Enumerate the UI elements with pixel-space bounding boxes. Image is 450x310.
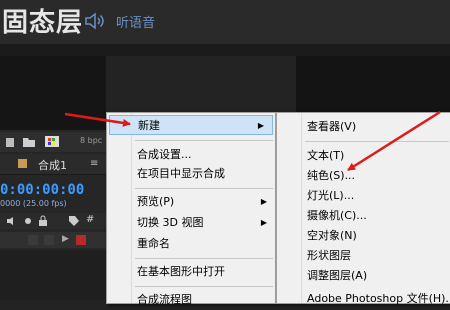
menu-item-label: 空对象(N) — [307, 229, 357, 242]
submenu-item-shape-layer[interactable]: 形状图层 — [277, 246, 450, 266]
tab-menu-icon[interactable]: ≡ — [90, 158, 98, 169]
menu-item-new[interactable]: 新建 ▶ — [109, 115, 273, 135]
project-panel — [0, 56, 106, 130]
menu-item-comp-settings[interactable]: 合成设置... — [107, 145, 275, 165]
menu-item-flowchart[interactable]: 合成流程图 — [107, 290, 275, 310]
composition-viewer — [296, 56, 450, 116]
tag-icon[interactable] — [68, 215, 80, 227]
submenu-item-solid[interactable]: 纯色(S)... — [277, 166, 450, 186]
menu-item-label: 查看器(V) — [307, 120, 357, 133]
submenu-arrow-icon: ▶ — [260, 218, 267, 227]
menu-item-reveal-in-project[interactable]: 在项目中显示合成 — [107, 164, 275, 184]
submenu-item-camera[interactable]: 摄像机(C)... — [277, 206, 450, 226]
menu-item-label: 文本(T) — [307, 149, 345, 162]
new-submenu: 查看器(V) 文本(T) 纯色(S)... 灯光(L)... 摄像机(C)...… — [276, 112, 450, 305]
submenu-item-adjustment-layer[interactable]: 调整图层(A) — [277, 266, 450, 286]
comp-color-icon — [18, 159, 27, 168]
submenu-item-photoshop-file[interactable]: Adobe Photoshop 文件(H)... — [277, 289, 450, 309]
submenu-item-viewer[interactable]: 查看器(V) — [277, 117, 450, 137]
trash-icon[interactable] — [4, 136, 16, 147]
menu-separator — [135, 140, 273, 141]
menu-item-rename[interactable]: 重命名 — [107, 234, 275, 254]
timecode-display[interactable]: 0:00:00:00 — [0, 182, 84, 198]
submenu-item-null-object[interactable]: 空对象(N) — [277, 226, 450, 246]
listen-link[interactable]: 听语音 — [116, 12, 155, 31]
lock-icon[interactable] — [38, 215, 48, 227]
submenu-arrow-icon: ▶ — [257, 121, 264, 130]
menu-item-label: 重命名 — [137, 237, 170, 250]
menu-separator — [135, 188, 273, 189]
menu-item-label: 在基本图形中打开 — [137, 265, 225, 278]
menu-separator — [135, 258, 273, 259]
menu-item-label: 摄像机(C)... — [307, 209, 367, 222]
menu-item-label: 新建 — [138, 119, 160, 132]
folder-icon[interactable] — [22, 136, 36, 147]
submenu-item-text[interactable]: 文本(T) — [277, 146, 450, 166]
menu-separator — [135, 286, 273, 287]
bit-depth-label[interactable]: 8 bpc — [80, 136, 102, 145]
menu-item-label: 合成流程图 — [137, 293, 192, 306]
submenu-arrow-icon: ▶ — [260, 197, 267, 206]
layer-lock-box[interactable] — [44, 235, 54, 245]
menu-item-label: 纯色(S)... — [307, 169, 356, 182]
eye-icon[interactable] — [22, 216, 34, 226]
expand-arrow-icon[interactable]: ▶ — [62, 234, 69, 244]
banner-title: 固态层 — [2, 8, 84, 38]
speaker-small-icon[interactable] — [6, 216, 18, 226]
menu-item-switch-3d-view[interactable]: 切换 3D 视图 ▶ — [107, 213, 275, 233]
menu-separator — [305, 141, 449, 142]
composition-icon[interactable] — [44, 135, 60, 148]
layer-row[interactable]: ▶ — [0, 232, 108, 248]
menu-item-label: 切换 3D 视图 — [137, 216, 204, 229]
submenu-item-light[interactable]: 灯光(L)... — [277, 186, 450, 206]
menu-item-label: 在项目中显示合成 — [137, 167, 225, 180]
layer-visibility-box[interactable] — [28, 235, 38, 245]
menu-item-label: 预览(P) — [137, 195, 175, 208]
menu-item-label: 灯光(L)... — [307, 189, 355, 202]
layer-switches-header: # — [0, 213, 108, 229]
panel-header — [0, 44, 450, 56]
menu-item-label: Adobe Photoshop 文件(H)... — [307, 292, 450, 305]
tab-composition[interactable]: 合成1 — [38, 157, 67, 173]
hash-label: # — [86, 214, 95, 225]
context-menu: 新建 ▶ 合成设置... 在项目中显示合成 预览(P) ▶ 切换 3D 视图 ▶… — [106, 112, 276, 306]
menu-item-preview[interactable]: 预览(P) ▶ — [107, 192, 275, 212]
menu-item-label: 调整图层(A) — [307, 269, 368, 282]
menu-item-label: 合成设置... — [137, 148, 192, 161]
menu-item-label: 形状图层 — [307, 249, 351, 262]
speaker-icon[interactable] — [84, 12, 106, 30]
fps-label: 0000 (25.00 fps) — [0, 199, 67, 208]
timeline-empty-area — [0, 250, 110, 300]
menu-item-open-essential-graphics[interactable]: 在基本图形中打开 — [107, 262, 275, 282]
label-color-swatch[interactable] — [76, 235, 86, 245]
